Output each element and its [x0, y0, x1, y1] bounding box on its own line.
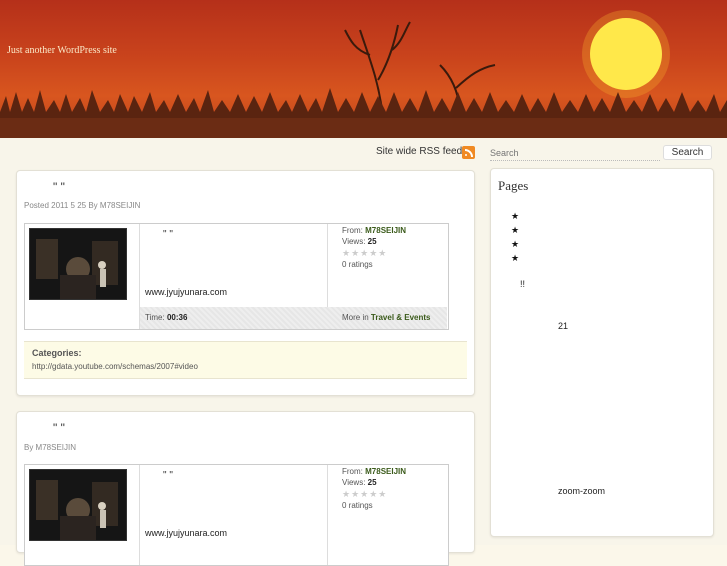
post-title[interactable]: " "	[53, 180, 65, 194]
video-url: www.jyujyunara.com	[145, 528, 228, 538]
ratings-count: 0 ratings	[342, 260, 373, 269]
categories-value[interactable]: http://gdata.youtube.com/schemas/2007#vi…	[32, 362, 198, 371]
video-embed: " " www.jyujyunara.com From: M78SEIJIN V…	[24, 464, 449, 566]
video-thumbnail[interactable]	[29, 469, 127, 541]
sidebar-text: zoom-zoom	[558, 486, 606, 496]
post-card: " " By M78SEIJIN " " www.jyujyunara.com …	[16, 411, 475, 566]
video-author-link[interactable]: M78SEIJIN	[365, 226, 406, 235]
post-title[interactable]: " "	[53, 421, 65, 435]
video-title[interactable]: " "	[163, 229, 173, 240]
category-link[interactable]: Travel & Events	[371, 313, 431, 322]
sunset-banner-art	[0, 10, 727, 160]
post-card: " " Posted 2011 5 25 By M78SEIJIN " " ww…	[16, 170, 475, 396]
page-list-item[interactable]: ★	[511, 225, 519, 236]
video-thumbnail[interactable]	[29, 228, 127, 300]
post-meta: By M78SEIJIN	[24, 443, 77, 452]
rss-link[interactable]: Site wide RSS feed.	[376, 146, 465, 157]
rss-icon[interactable]	[462, 146, 475, 159]
post-categories: Categories: http://gdata.youtube.com/sch…	[24, 341, 467, 379]
sidebar-text: !!	[520, 279, 526, 289]
page-list-item[interactable]: ★	[511, 253, 519, 264]
rating-stars[interactable]: ★★★★★	[342, 489, 387, 500]
post-meta: Posted 2011 5 25 By M78SEIJIN	[24, 201, 141, 210]
video-more-in: More in Travel & Events	[342, 313, 431, 322]
video-author-link[interactable]: M78SEIJIN	[365, 467, 406, 476]
video-time: Time: 00:36	[145, 313, 188, 322]
video-from: From: M78SEIJIN	[342, 226, 407, 235]
sidebar-widget: Pages ★ ★ ★ ★ !! 21 zoom-zoom	[490, 168, 714, 537]
search-button[interactable]: Search	[663, 145, 712, 160]
video-title[interactable]: " "	[163, 470, 173, 481]
site-tagline: Just another WordPress site	[7, 45, 117, 56]
page-list-item[interactable]: ★	[511, 239, 519, 250]
video-views: Views: 25	[342, 237, 377, 246]
sidebar-text: 21	[558, 321, 569, 331]
page-list-item[interactable]: ★	[511, 211, 519, 222]
site-header: Just another WordPress site	[0, 0, 727, 160]
video-views: Views: 25	[342, 478, 377, 487]
video-url: www.jyujyunara.com	[145, 287, 228, 297]
rating-stars[interactable]: ★★★★★	[342, 248, 387, 259]
ratings-count: 0 ratings	[342, 501, 373, 510]
video-embed: " " www.jyujyunara.com From: M78SEIJIN V…	[24, 223, 449, 330]
video-from: From: M78SEIJIN	[342, 467, 407, 476]
search-input[interactable]	[490, 146, 660, 161]
pages-heading: Pages	[498, 178, 529, 193]
categories-label: Categories:	[32, 348, 82, 358]
